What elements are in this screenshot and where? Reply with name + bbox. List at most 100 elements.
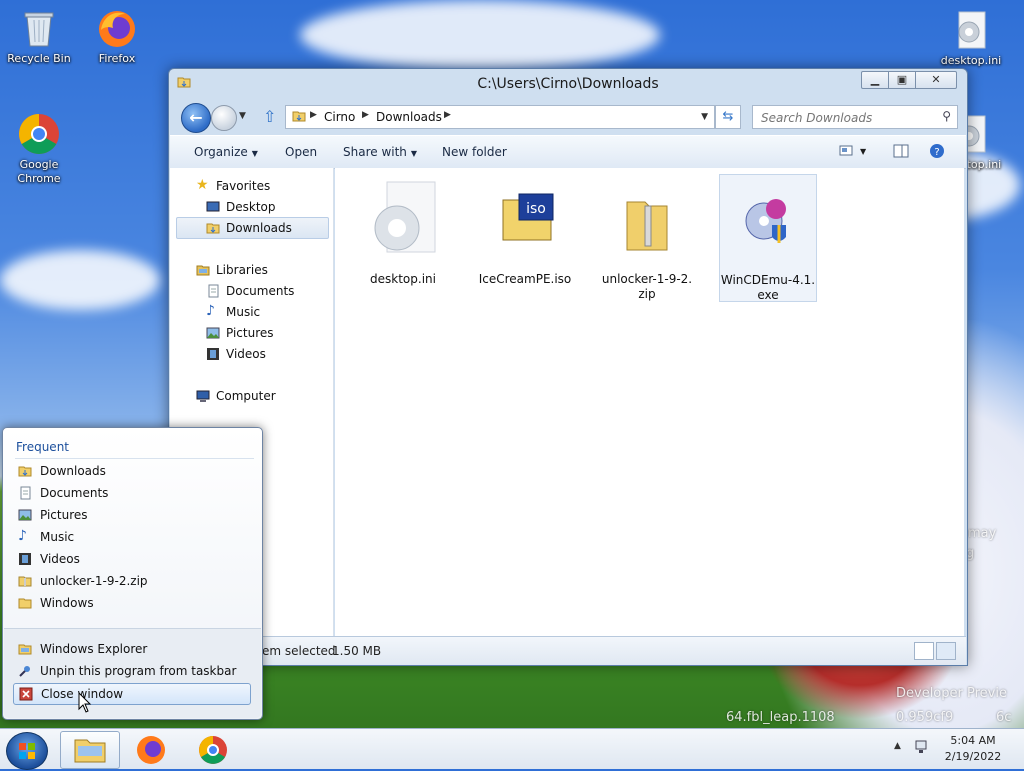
details-view-button[interactable]: [914, 642, 934, 660]
taskbar-explorer-button[interactable]: [60, 731, 120, 769]
jump-item-documents[interactable]: Documents: [13, 483, 249, 503]
watermark-text: 64.fbl_leap.1108: [726, 710, 835, 725]
desktop-icon-chrome[interactable]: Google Chrome: [2, 112, 76, 186]
help-button[interactable]: ?: [928, 142, 946, 160]
minimize-button[interactable]: ▁: [861, 71, 889, 89]
jump-item-label: Videos: [40, 552, 80, 566]
back-button[interactable]: ←: [181, 103, 211, 133]
zip-folder-icon: [601, 178, 693, 266]
nav-label: Libraries: [216, 263, 268, 277]
file-item[interactable]: desktop.ini: [355, 174, 451, 300]
maximize-icon: ▣: [896, 73, 908, 86]
breadcrumb-separator-icon[interactable]: ▶: [444, 110, 451, 120]
search-icon[interactable]: ⚲: [942, 109, 951, 123]
breadcrumb-cirno[interactable]: Cirno: [324, 110, 355, 124]
folder-icon: [292, 110, 306, 122]
close-button[interactable]: ✕: [915, 71, 957, 89]
divider: [15, 458, 254, 459]
jump-task-windows-explorer[interactable]: Windows Explorer: [13, 639, 249, 659]
jump-task-close-window[interactable]: Close window: [13, 683, 251, 705]
search-box[interactable]: ⚲: [752, 105, 958, 129]
settings-file-icon: [949, 8, 993, 52]
nav-label: Favorites: [216, 179, 271, 193]
refresh-button[interactable]: ⇆: [715, 105, 741, 129]
back-arrow-icon: ←: [189, 108, 203, 127]
jump-item-label: Documents: [40, 486, 109, 500]
libraries-icon: [196, 263, 210, 277]
desktop-icon-label: Firefox: [98, 52, 136, 65]
music-icon: ♪: [18, 528, 27, 544]
jump-item-label: Pictures: [40, 508, 88, 522]
view-options-chevron-icon[interactable]: ▼: [860, 147, 878, 165]
network-icon[interactable]: [914, 739, 930, 758]
search-input[interactable]: [759, 109, 933, 126]
jump-item-label: Windows: [40, 596, 94, 610]
jump-item-label: Windows Explorer: [40, 642, 148, 656]
nav-libraries[interactable]: Libraries: [170, 260, 333, 280]
open-button[interactable]: Open: [285, 145, 317, 159]
desktop-icon-recycle-bin[interactable]: Recycle Bin: [2, 6, 76, 66]
nav-favorites[interactable]: ★ Favorites: [170, 176, 333, 196]
jump-item-pictures[interactable]: Pictures: [13, 505, 249, 525]
nav-music[interactable]: ♪ Music: [170, 302, 333, 322]
jump-task-unpin[interactable]: Unpin this program from taskbar: [13, 661, 249, 681]
desktop-icon-firefox[interactable]: Firefox: [80, 6, 154, 66]
show-hidden-icons-button[interactable]: ▲: [894, 741, 901, 751]
jump-item-videos[interactable]: Videos: [13, 549, 249, 569]
title-bar[interactable]: C:\Users\Cirno\Downloads ▁ ▣ ✕: [169, 69, 967, 99]
nav-pictures[interactable]: Pictures: [170, 323, 333, 343]
nav-label: Computer: [216, 389, 276, 403]
file-item-selected[interactable]: WinCDEmu-4.1.exe: [719, 174, 817, 302]
nav-label: Videos: [226, 347, 266, 361]
nav-desktop[interactable]: Desktop: [170, 197, 333, 217]
explorer-icon: [74, 739, 106, 763]
clock[interactable]: 5:04 AM 2/19/2022: [940, 733, 1006, 765]
nav-label: Documents: [226, 284, 295, 298]
clock-time: 5:04 AM: [950, 734, 996, 747]
downloads-folder-icon: [18, 464, 32, 478]
jump-item-label: Music: [40, 530, 75, 544]
recycle-bin-icon: [17, 6, 61, 50]
chevron-down-icon: ▼: [410, 149, 418, 158]
mouse-cursor-icon: [78, 691, 92, 717]
address-bar-row: ← ▼ ⇧ ▶ Cirno ▶ Downloads ▶ ▼ ⇆ ⚲: [169, 101, 967, 135]
nav-label: Pictures: [226, 326, 274, 340]
file-list: desktop.ini iso IceCreamPE.iso unlocker-…: [335, 168, 964, 638]
taskbar-chrome-button[interactable]: [184, 731, 242, 767]
jump-item-downloads[interactable]: Downloads: [13, 461, 249, 481]
chevron-down-icon[interactable]: ▼: [701, 112, 708, 122]
jump-item-music[interactable]: ♪ Music: [13, 527, 249, 547]
nav-computer[interactable]: Computer: [170, 386, 333, 406]
change-view-button[interactable]: [838, 142, 856, 160]
breadcrumb-downloads[interactable]: Downloads: [376, 110, 442, 124]
jump-item-unlocker-zip[interactable]: unlocker-1-9-2.zip: [13, 571, 249, 591]
start-button[interactable]: [6, 732, 48, 770]
selection-size: 1.50 MB: [332, 644, 382, 658]
nav-documents[interactable]: Documents: [170, 281, 333, 301]
breadcrumb-separator-icon[interactable]: ▶: [362, 110, 369, 120]
file-item[interactable]: unlocker-1-9-2.zip: [599, 174, 695, 301]
nav-videos[interactable]: Videos: [170, 344, 333, 364]
nav-downloads[interactable]: Downloads: [176, 217, 329, 239]
folder-icon: [18, 596, 32, 610]
recent-pages-dropdown[interactable]: ▼: [239, 111, 246, 121]
share-with-label: Share with: [343, 145, 407, 159]
up-arrow-icon[interactable]: ⇧: [263, 107, 276, 126]
maximize-button[interactable]: ▣: [888, 71, 916, 89]
taskbar-firefox-button[interactable]: [122, 731, 180, 767]
jump-item-windows[interactable]: Windows: [13, 593, 249, 613]
share-with-menu[interactable]: Share with ▼: [343, 145, 417, 159]
new-folder-button[interactable]: New folder: [442, 145, 507, 159]
desktop-icon: [206, 200, 220, 214]
explorer-icon: [18, 642, 32, 656]
desktop-icon-label: desktop.ini: [940, 54, 1002, 67]
desktop-icon-desktop-ini[interactable]: desktop.ini: [934, 8, 1008, 68]
organize-menu[interactable]: Organize ▼: [194, 145, 258, 159]
large-icons-view-button[interactable]: [936, 642, 956, 660]
jump-list: Frequent Downloads Documents Pictures ♪ …: [2, 427, 263, 720]
address-field[interactable]: ▶ Cirno ▶ Downloads ▶ ▼: [285, 105, 715, 129]
breadcrumb-separator-icon[interactable]: ▶: [310, 110, 317, 120]
preview-pane-button[interactable]: [892, 142, 910, 160]
forward-button[interactable]: [211, 105, 237, 131]
file-item[interactable]: iso IceCreamPE.iso: [477, 174, 573, 300]
